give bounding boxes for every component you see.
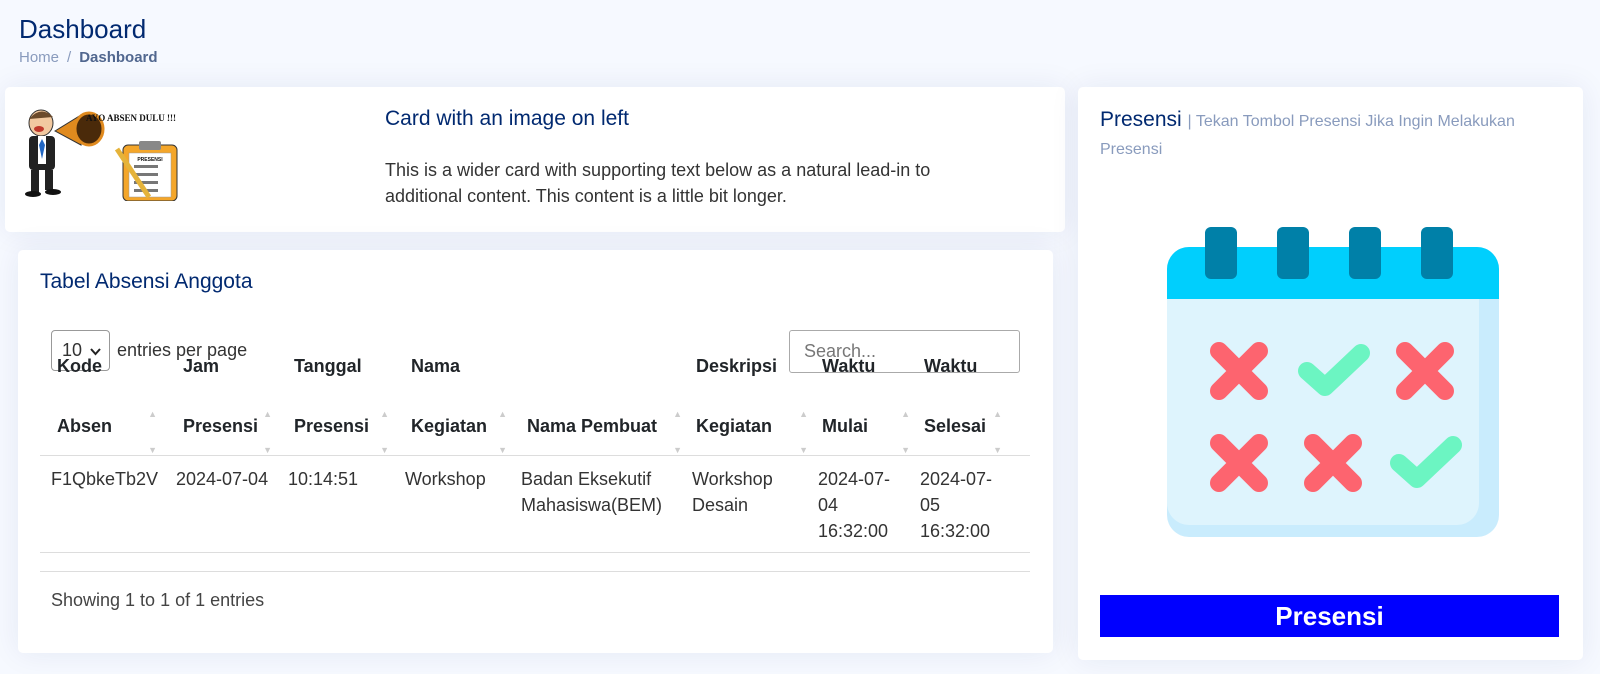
cell-nama-pembuat: Badan Eksekutif Mahasiswa(BEM) xyxy=(521,469,663,515)
cell-waktu-selesai: 2024-07-05 16:32:00 xyxy=(920,469,993,541)
breadcrumb-home-link[interactable]: Home xyxy=(19,49,59,66)
sort-icon: ▲ ▼ xyxy=(901,409,910,455)
breadcrumb-current: Dashboard xyxy=(79,49,158,66)
sort-icon: ▲ ▼ xyxy=(148,409,157,455)
column-header-kode-absen[interactable]: Kode Absen ▲ ▼ xyxy=(40,356,165,455)
column-header-jam-presensi[interactable]: Jam Presensi ▲ ▼ xyxy=(165,356,280,455)
presensi-button[interactable]: Presensi xyxy=(1100,595,1559,637)
promo-card-text: This is a wider card with supporting tex… xyxy=(385,160,931,206)
breadcrumb: Home / Dashboard xyxy=(19,49,158,66)
breadcrumb-separator: / xyxy=(67,49,72,66)
column-header-waktu-selesai[interactable]: Waktu Selesai ▲ ▼ xyxy=(918,356,1010,455)
attendance-table-card: Tabel Absensi Anggota 10 entries per pag… xyxy=(18,250,1053,653)
attendance-table: Kode Absen ▲ ▼ Jam Presensi ▲ ▼ Tanggal Prese… xyxy=(40,356,1030,553)
svg-text:PRESENSI: PRESENSI xyxy=(137,157,163,163)
promo-image: PRESENSI AYO ABSEN DULU !!! xyxy=(25,109,178,201)
presensi-card-header: Presensi | Tekan Tombol Presensi Jika In… xyxy=(1100,107,1550,163)
presensi-card: Presensi | Tekan Tombol Presensi Jika In… xyxy=(1078,87,1583,660)
calendar-icon xyxy=(1167,227,1499,537)
sort-icon: ▲ ▼ xyxy=(263,409,272,455)
cell-jam-presensi: 2024-07-04 xyxy=(176,469,269,489)
sort-icon: ▲ ▼ xyxy=(799,409,808,455)
sort-icon: ▲ ▼ xyxy=(993,409,1002,455)
table-header-row: Kode Absen ▲ ▼ Jam Presensi ▲ ▼ Tanggal Prese… xyxy=(40,356,1030,456)
cell-kode-absen: F1QbkeTb2V xyxy=(51,469,159,489)
promo-card: PRESENSI AYO ABSEN DULU !!! Card with an… xyxy=(5,87,1065,232)
promo-card-title: Card with an image on left xyxy=(385,107,629,130)
attendance-table-title: Tabel Absensi Anggota xyxy=(40,270,253,293)
sort-icon: ▲ ▼ xyxy=(498,409,507,455)
presensi-card-title: Presensi xyxy=(1100,108,1182,131)
table-row: F1QbkeTb2V 2024-07-04 10:14:51 Workshop … xyxy=(40,456,1030,553)
table-footer-divider xyxy=(40,571,1030,572)
column-header-nama-kegiatan[interactable]: Nama Kegiatan ▲ ▼ xyxy=(397,356,515,455)
column-header-deskripsi-kegiatan[interactable]: Deskripsi Kegiatan ▲ ▼ xyxy=(690,356,816,455)
sort-icon: ▲ ▼ xyxy=(380,409,389,455)
page-title: Dashboard xyxy=(19,14,147,44)
table-info: Showing 1 to 1 of 1 entries xyxy=(51,590,265,610)
sort-icon: ▲ ▼ xyxy=(673,409,682,455)
column-header-waktu-mulai[interactable]: Waktu Mulai ▲ ▼ xyxy=(816,356,918,455)
cell-nama-kegiatan: Workshop xyxy=(405,469,486,489)
svg-text:AYO ABSEN DULU !!!: AYO ABSEN DULU !!! xyxy=(86,113,176,123)
cell-waktu-mulai: 2024-07-04 16:32:00 xyxy=(818,469,891,541)
column-header-tanggal-presensi[interactable]: Tanggal Presensi ▲ ▼ xyxy=(280,356,397,455)
cell-deskripsi-kegiatan: Workshop Desain xyxy=(692,469,773,515)
column-header-nama-pembuat[interactable]: Nama Pembuat ▲ ▼ xyxy=(515,390,690,455)
cell-tanggal-presensi: 10:14:51 xyxy=(288,469,359,489)
